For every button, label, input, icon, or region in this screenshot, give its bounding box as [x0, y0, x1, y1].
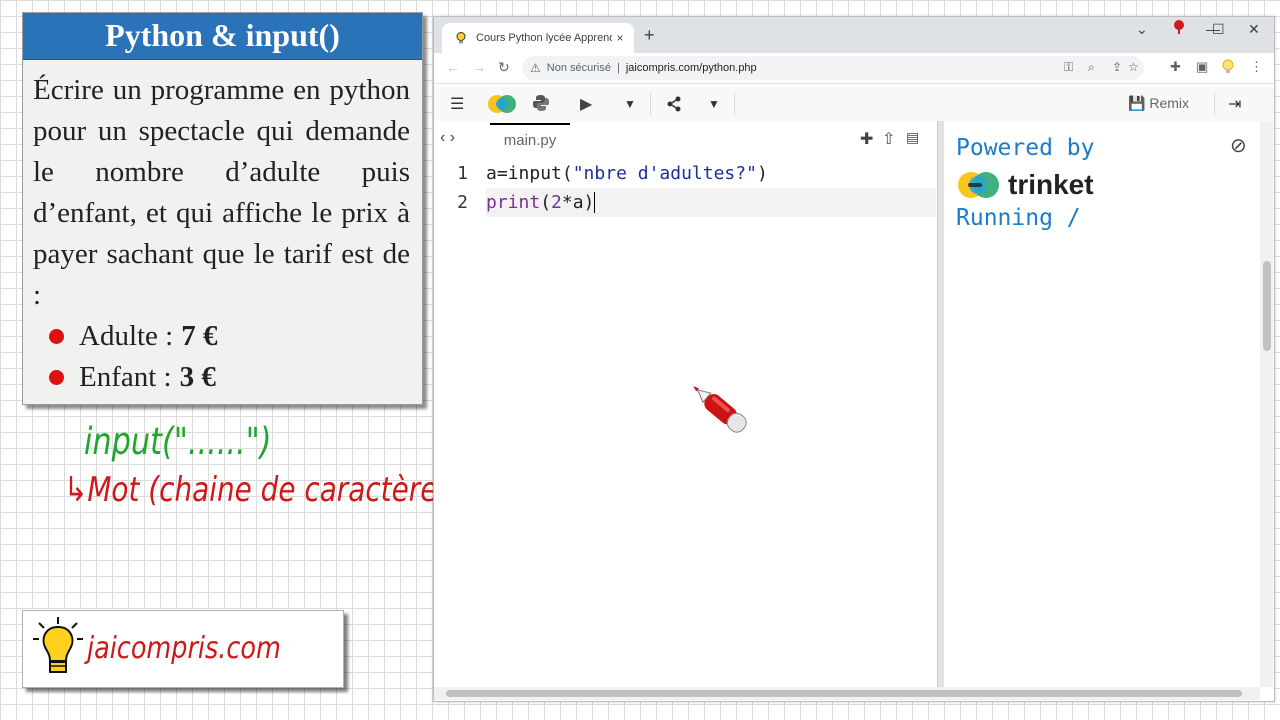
- code-line-2[interactable]: print(2*a): [486, 188, 936, 217]
- trinket-wordmark: trinket: [1008, 169, 1094, 200]
- line-number: 1: [457, 163, 468, 184]
- more-menu-icon[interactable]: ⋮: [1250, 59, 1263, 75]
- bullet-icon: [49, 370, 64, 385]
- key-icon[interactable]: ⚿: [1064, 60, 1073, 75]
- menu-icon[interactable]: ☰: [450, 94, 464, 114]
- share-dropdown-icon[interactable]: ▼: [708, 97, 720, 111]
- security-label[interactable]: Non sécurisé: [547, 62, 611, 74]
- editor-tab-bar: ‹ › main.py ✚ ⇧ ▤: [434, 121, 938, 157]
- handwritten-note-input: input("......"): [84, 420, 272, 463]
- new-tab-button[interactable]: +: [644, 25, 655, 46]
- toolbar-divider: [734, 93, 735, 115]
- zoom-icon[interactable]: ⌕: [1088, 60, 1095, 75]
- upload-icon[interactable]: ⇧: [882, 129, 895, 149]
- code-number: 2: [551, 192, 562, 213]
- warning-icon[interactable]: ⚠: [530, 61, 541, 75]
- file-tab-main[interactable]: main.py: [490, 123, 570, 155]
- trinket-brand-icon: [958, 172, 999, 198]
- share-nodes-icon[interactable]: [666, 96, 682, 112]
- price-item-child: Enfant : 3 €: [49, 357, 410, 398]
- recording-pin-icon: [1174, 20, 1184, 34]
- bulb-extension-icon[interactable]: [1222, 59, 1234, 75]
- trinket-logo-icon[interactable]: [486, 93, 518, 115]
- close-window-button[interactable]: ✕: [1248, 21, 1260, 38]
- tab-strip: Cours Python lycée Apprendre à × + ⌄ — ☐…: [434, 17, 1274, 53]
- line-gutter: 1 2: [434, 159, 480, 217]
- url-text[interactable]: jaicompris.com/python.php: [626, 62, 757, 74]
- share-icon[interactable]: ⇪: [1112, 60, 1122, 74]
- image-file-icon[interactable]: ▤: [906, 129, 919, 146]
- logo-text: jaicompris.com: [87, 631, 281, 666]
- puzzle-icon[interactable]: ✚: [1170, 59, 1181, 75]
- play-icon[interactable]: ▶: [580, 94, 592, 114]
- tab-title: Cours Python lycée Apprendre à: [476, 32, 612, 44]
- browser-window: Cours Python lycée Apprendre à × + ⌄ — ☐…: [433, 16, 1275, 702]
- price-value: 3 €: [179, 361, 216, 393]
- bulb-favicon-icon: [456, 32, 466, 44]
- card-body: Écrire un programme en python pour un sp…: [23, 60, 422, 398]
- lightbulb-icon: [33, 617, 83, 673]
- code-token: input: [507, 163, 562, 184]
- browser-toolbar: ← → ↻ ⚠ Non sécurisé | jaicompris.com/py…: [434, 53, 1274, 84]
- card-title: Python & input(): [23, 13, 422, 60]
- price-label: Adulte :: [79, 320, 174, 352]
- stop-icon[interactable]: ⊘: [1230, 133, 1247, 158]
- price-label: Enfant :: [79, 361, 172, 393]
- login-icon[interactable]: ⇥: [1228, 94, 1241, 114]
- code-toggle-icon[interactable]: ‹ ›: [440, 129, 455, 147]
- code-token: (: [540, 192, 552, 213]
- code-area[interactable]: a=input("nbre d'adultes?") print(2*a): [486, 159, 936, 217]
- price-value: 7 €: [181, 320, 218, 352]
- price-list: Adulte : 7 € Enfant : 3 €: [33, 316, 410, 398]
- pen-cursor-icon: [693, 386, 747, 433]
- save-icon: 💾: [1128, 95, 1146, 111]
- forward-icon[interactable]: →: [472, 59, 486, 75]
- scroll-thumb[interactable]: [446, 690, 1242, 697]
- code-token: ): [756, 163, 768, 184]
- site-logo: jaicompris.com: [22, 610, 344, 688]
- add-file-icon[interactable]: ✚: [860, 129, 873, 149]
- run-options-dropdown-icon[interactable]: ▼: [624, 97, 636, 111]
- horizontal-scrollbar[interactable]: [434, 687, 1260, 700]
- toolbar-divider: [1214, 93, 1215, 115]
- toolbar-divider: [650, 93, 651, 115]
- run-status: Running /: [956, 205, 1081, 231]
- price-item-adult: Adulte : 7 €: [49, 316, 410, 357]
- bullet-icon: [49, 329, 64, 344]
- exercise-card: Python & input() Écrire un programme en …: [22, 12, 423, 405]
- reload-icon[interactable]: ↻: [498, 59, 510, 76]
- maximize-button[interactable]: ☐: [1212, 21, 1225, 38]
- code-token: a=: [486, 163, 508, 184]
- code-line-1[interactable]: a=input("nbre d'adultes?"): [486, 159, 936, 188]
- code-string: "nbre d'adultes?": [572, 163, 757, 184]
- code-token: (: [561, 163, 573, 184]
- close-tab-icon[interactable]: ×: [612, 31, 628, 45]
- powered-by-text: Powered by: [956, 135, 1095, 161]
- remix-label: Remix: [1149, 95, 1189, 111]
- trinket-brand: trinket: [956, 169, 1094, 201]
- code-token: *a): [561, 192, 595, 213]
- trinket-toolbar: ☰ ▶ ▼ ▼ 💾 Remix ⇥: [434, 87, 1274, 122]
- output-panel: Powered by trinket Running / ⊘: [944, 121, 1260, 687]
- line-number: 2: [457, 192, 468, 213]
- vertical-scrollbar[interactable]: [1260, 121, 1273, 687]
- handwritten-note-string: ↳Mot (chaine de caractères): [64, 470, 463, 510]
- exercise-text: Écrire un programme en python pour un sp…: [33, 74, 410, 311]
- remix-button[interactable]: 💾 Remix: [1128, 95, 1189, 112]
- tab-search-icon[interactable]: ⌄: [1136, 21, 1148, 38]
- url-separator: |: [616, 62, 620, 74]
- code-keyword: print: [486, 192, 541, 213]
- back-icon[interactable]: ←: [446, 59, 460, 75]
- address-bar[interactable]: ⚠ Non sécurisé | jaicompris.com/python.p…: [522, 56, 1144, 80]
- text-cursor: [594, 192, 596, 213]
- star-icon[interactable]: ☆: [1128, 60, 1139, 74]
- sidebar-icon[interactable]: ▣: [1196, 59, 1208, 75]
- browser-tab[interactable]: Cours Python lycée Apprendre à ×: [442, 23, 634, 53]
- scroll-thumb[interactable]: [1263, 261, 1271, 351]
- python-icon[interactable]: [532, 94, 550, 112]
